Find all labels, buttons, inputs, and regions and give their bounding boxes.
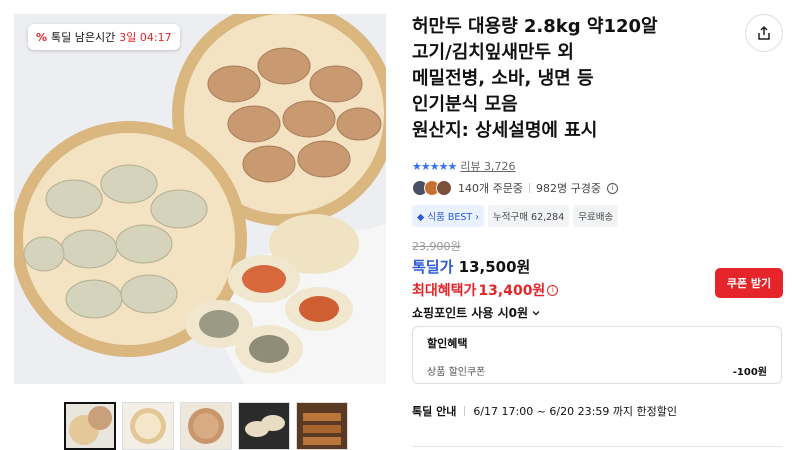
purchase-count-chip: 누적구매 62,284 bbox=[488, 205, 570, 227]
discount-benefit-box: 할인혜택 상품 할인쿠폰 -100원 bbox=[412, 326, 782, 384]
thumbnail-3[interactable] bbox=[180, 402, 232, 450]
deal-timer-badge: % 톡딜 남은시간 3일 04:17 bbox=[28, 24, 180, 50]
deal-price-row: 톡딜가 13,500원 bbox=[412, 256, 530, 277]
title-line: 고기/김치잎새만두 외 bbox=[412, 42, 574, 63]
rating-row: ★★★★★ 리뷰 3,726 bbox=[412, 158, 516, 174]
ordering-count: 140개 주문중 bbox=[458, 182, 523, 195]
deal-timer-remaining: 3일 04:17 bbox=[119, 31, 172, 44]
category-best-chip[interactable]: ◆ 식품 BEST › bbox=[412, 205, 485, 227]
max-benefit-label: 최대혜택가 bbox=[412, 283, 477, 299]
product-title: 허만두 대용량 2.8kg 약120알 고기/김치잎새만두 외 메밀전병, 소바… bbox=[412, 14, 712, 144]
viewing-count: 982명 구경중 bbox=[535, 182, 601, 195]
free-shipping-chip: 무료배송 bbox=[573, 205, 619, 227]
chevron-right-icon: › bbox=[475, 212, 480, 223]
coupon-button[interactable]: 쿠폰 받기 bbox=[715, 268, 783, 298]
percent-icon: % bbox=[36, 30, 48, 44]
original-price: 23,900원 bbox=[412, 240, 461, 253]
thumbnail-strip bbox=[64, 402, 348, 450]
deal-timer-label: 톡딜 남은시간 bbox=[51, 31, 116, 44]
points-label: 쇼핑포인트 사용 시0원 bbox=[412, 306, 529, 320]
thumbnail-5[interactable] bbox=[296, 402, 348, 450]
chevron-down-icon bbox=[532, 310, 540, 315]
product-chips: ◆ 식품 BEST › 누적구매 62,284 무료배송 bbox=[412, 205, 619, 227]
deal-price: 13,500원 bbox=[458, 258, 531, 276]
thumbnail-4[interactable] bbox=[238, 402, 290, 450]
title-line: 허만두 대용량 2.8kg 약120알 bbox=[412, 16, 658, 37]
deal-price-label: 톡딜가 bbox=[412, 258, 454, 276]
benefit-row: 상품 할인쿠폰 -100원 bbox=[427, 363, 767, 378]
info-icon[interactable]: i bbox=[547, 284, 559, 296]
benefit-item-label: 상품 할인쿠폰 bbox=[427, 367, 486, 378]
share-icon bbox=[758, 25, 770, 40]
info-icon[interactable]: i bbox=[606, 182, 618, 194]
rating-stars: ★★★★★ bbox=[412, 159, 457, 173]
share-button[interactable] bbox=[745, 14, 783, 52]
buyer-avatars bbox=[412, 180, 452, 196]
max-benefit-row: 최대혜택가 13,400원 i bbox=[412, 280, 559, 300]
title-line: 인기분식 모음 bbox=[412, 94, 518, 115]
avatar bbox=[436, 180, 452, 196]
shopping-points-dropdown[interactable]: 쇼핑포인트 사용 시0원 bbox=[412, 304, 541, 321]
product-main-image[interactable]: % 톡딜 남은시간 3일 04:17 bbox=[14, 14, 386, 384]
thumbnail-1[interactable] bbox=[64, 402, 116, 450]
deal-info-label: 톡딜 안내 bbox=[412, 405, 457, 418]
divider bbox=[528, 183, 530, 193]
rank-icon: ◆ bbox=[417, 212, 425, 223]
section-divider bbox=[412, 446, 782, 447]
thumbnail-2[interactable] bbox=[122, 402, 174, 450]
title-line: 메밀전병, 소바, 냉면 등 bbox=[412, 68, 594, 89]
title-line: 원산지: 상세설명에 표시 bbox=[412, 120, 598, 141]
divider bbox=[464, 406, 466, 416]
deal-info-period: 6/17 17:00 ~ 6/20 23:59 까지 한정할인 bbox=[473, 405, 678, 418]
max-benefit-price: 13,400원 bbox=[478, 283, 546, 299]
deal-info-row: 톡딜 안내 6/17 17:00 ~ 6/20 23:59 까지 한정할인 bbox=[412, 403, 677, 419]
benefit-title: 할인혜택 bbox=[427, 337, 468, 350]
review-link[interactable]: 리뷰 3,726 bbox=[460, 158, 515, 174]
benefit-item-amount: -100원 bbox=[732, 367, 767, 378]
buyer-activity: 140개 주문중 982명 구경중 i bbox=[412, 180, 618, 196]
chip-label: 식품 BEST bbox=[427, 212, 473, 223]
